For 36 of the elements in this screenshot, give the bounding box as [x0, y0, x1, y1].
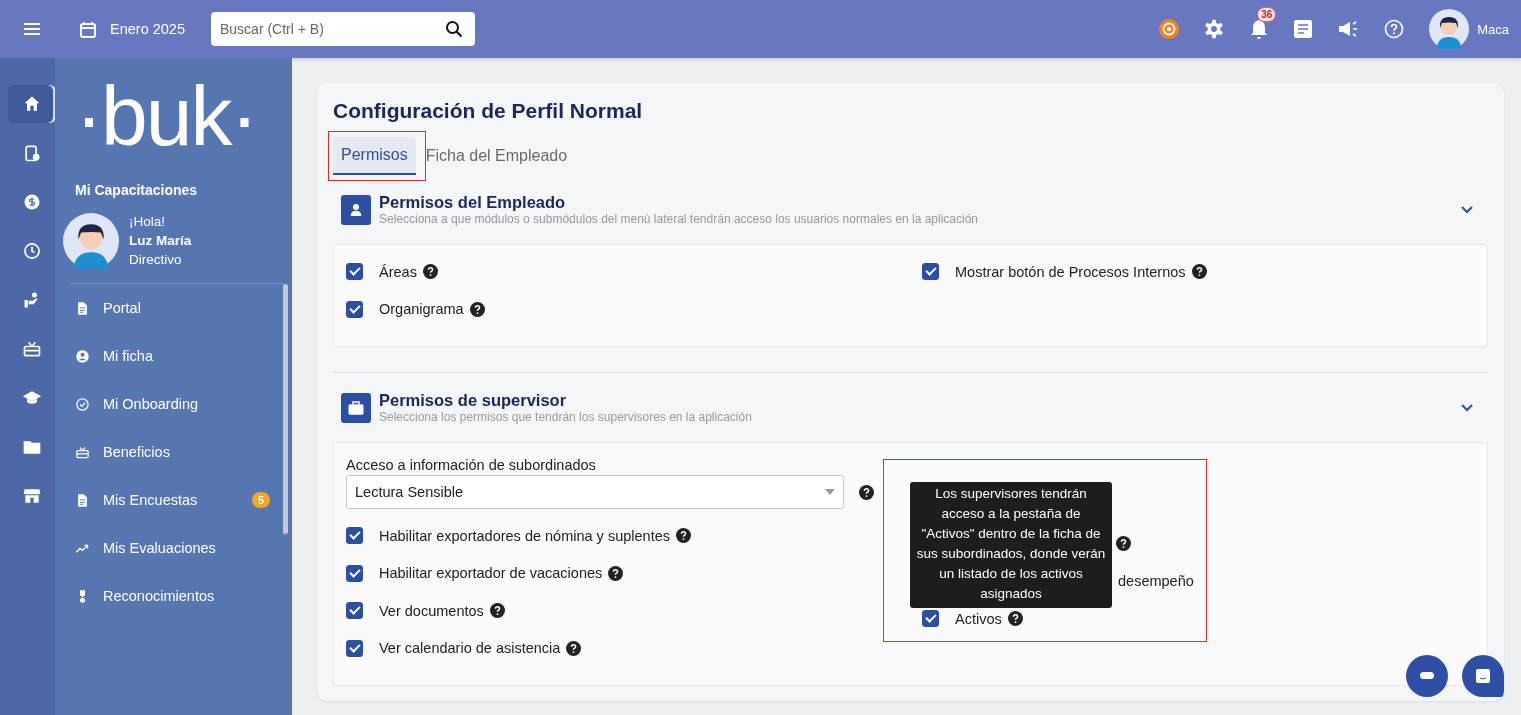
module-title: Mi Capacitaciones [75, 182, 199, 198]
field-label: Acceso a información de subordinados [346, 457, 597, 473]
tab[interactable]: Ficha del Empleado [417, 137, 576, 175]
section-title: Permisos de supervisor [379, 391, 568, 410]
period-label[interactable]: Enero 2025 [110, 21, 185, 37]
section-subtitle: Selecciona los permisos que tendrán los supervisores en la aplicación [379, 410, 752, 424]
permission-label: Organigrama [379, 301, 464, 318]
sidebar-item[interactable]: Mi Onboarding [75, 380, 270, 428]
permission-label: Áreas [379, 263, 417, 280]
sidebar-item[interactable]: Portal [75, 284, 270, 332]
permission-label: Ver documentos [379, 602, 484, 619]
tooltip: Los supervisores tendrán acceso a la pestaña de "Activos" dentro de la ficha de sus subordinados, donde verán un listado de los activos asignados [910, 482, 1112, 608]
greeting: ¡Hola! [129, 213, 166, 231]
section-title: Permisos del Empleado [379, 193, 567, 212]
tab[interactable]: Permisos [333, 137, 416, 175]
section-subtitle: Selecciona a que módulos o submódulos del menú lateral tendrán acceso los usuarios normales en la aplicación [379, 212, 979, 226]
user-role: Directivo [129, 251, 183, 269]
sidebar-item[interactable]: Mis Encuestas 5 [75, 476, 270, 524]
search-field[interactable]: Buscar (Ctrl + B) [211, 12, 475, 46]
permission-label: Habilitar exportadores de nómina y suplentes [379, 527, 670, 544]
page-title: Configuración de Perfil Normal [333, 99, 644, 123]
permission-label: Activos [955, 610, 1002, 627]
permission-label: Ver calendario de asistencia [379, 640, 561, 657]
logo[interactable]: ·buk· [75, 66, 292, 166]
count-badge: 5 [251, 492, 270, 508]
permission-label: Habilitar exportador de vacaciones [379, 565, 603, 582]
user-name: Luz María [129, 232, 192, 250]
sidebar-item[interactable]: Beneficios [75, 428, 270, 476]
access-dropdown[interactable]: Lectura Sensible [346, 475, 844, 509]
permission-label: desempeño [1118, 573, 1194, 590]
sidebar-item[interactable]: Mi ficha [75, 332, 270, 380]
sidebar-item[interactable]: Mis Evaluaciones [75, 524, 270, 572]
user-name[interactable]: Maca [1477, 21, 1509, 37]
sidebar-item[interactable]: Reconocimientos [75, 572, 270, 620]
notification-badge: 36 [1257, 7, 1277, 22]
permission-label: Mostrar botón de Procesos Internos [955, 263, 1186, 280]
